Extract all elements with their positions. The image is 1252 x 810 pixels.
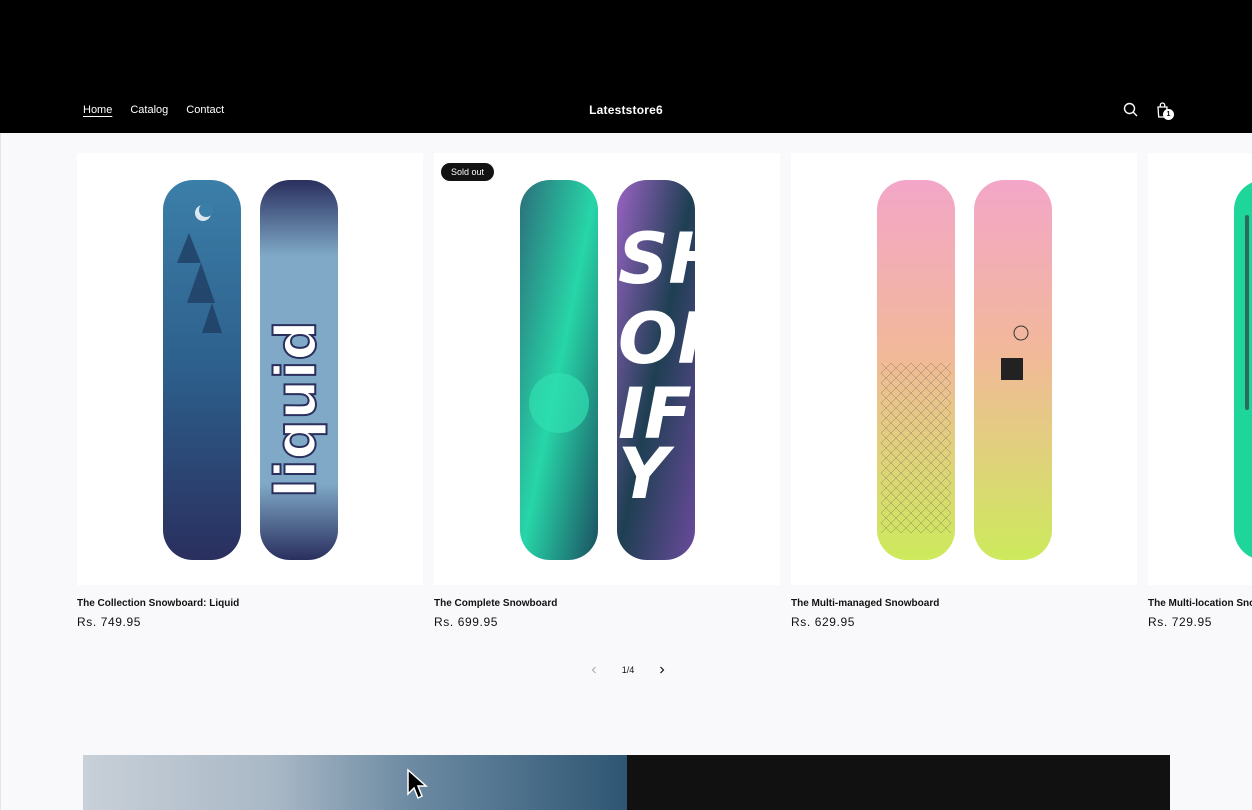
- product-title[interactable]: The Complete Snowboard: [434, 598, 780, 609]
- product-title[interactable]: The Collection Snowboard: Liquid: [77, 598, 423, 609]
- scrollbar[interactable]: [1245, 215, 1249, 410]
- slider-pagination: 1/4: [588, 661, 668, 679]
- svg-text:liquid: liquid: [264, 320, 329, 498]
- product-card[interactable]: SH OP IF Y Sold out The Complete Snowboa…: [434, 153, 780, 629]
- product-card[interactable]: The Multi-managed Snowboard Rs. 629.95: [791, 153, 1137, 629]
- product-price: Rs. 699.95: [434, 615, 499, 629]
- product-image[interactable]: [791, 153, 1137, 585]
- product-card[interactable]: liquid The Collection Snowboard: Liquid …: [77, 153, 423, 629]
- site-header: Home Catalog Contact Lateststore6: [0, 88, 1252, 132]
- image-with-text-banner: [83, 755, 1170, 810]
- search-icon[interactable]: [1121, 100, 1141, 120]
- product-title[interactable]: The Multi-managed Snowboard: [791, 598, 1137, 609]
- chevron-left-icon[interactable]: [588, 664, 600, 676]
- svg-text:SH: SH: [618, 218, 727, 300]
- banner-text-panel: [627, 755, 1170, 810]
- product-image[interactable]: [1148, 153, 1252, 585]
- svg-text:OP: OP: [618, 298, 729, 380]
- chevron-right-icon[interactable]: [656, 664, 668, 676]
- product-price: Rs. 729.95: [1148, 615, 1213, 629]
- store-logo[interactable]: Lateststore6: [0, 103, 1252, 117]
- banner-image: [83, 755, 627, 810]
- product-image[interactable]: liquid: [77, 153, 423, 585]
- svg-text:Y: Y: [618, 433, 675, 515]
- product-price: Rs. 629.95: [791, 615, 856, 629]
- product-image[interactable]: SH OP IF Y Sold out: [434, 153, 780, 585]
- sold-out-badge: Sold out: [441, 163, 495, 181]
- cart-count-badge: 1: [1163, 109, 1174, 120]
- mouse-cursor-icon: [406, 768, 428, 805]
- product-title[interactable]: The Multi-location Snowboard: [1148, 598, 1252, 609]
- pagination-counter: 1/4: [621, 665, 635, 675]
- product-price: Rs. 749.95: [77, 615, 142, 629]
- product-card[interactable]: The Multi-location Snowboard Rs. 729.95: [1148, 153, 1252, 629]
